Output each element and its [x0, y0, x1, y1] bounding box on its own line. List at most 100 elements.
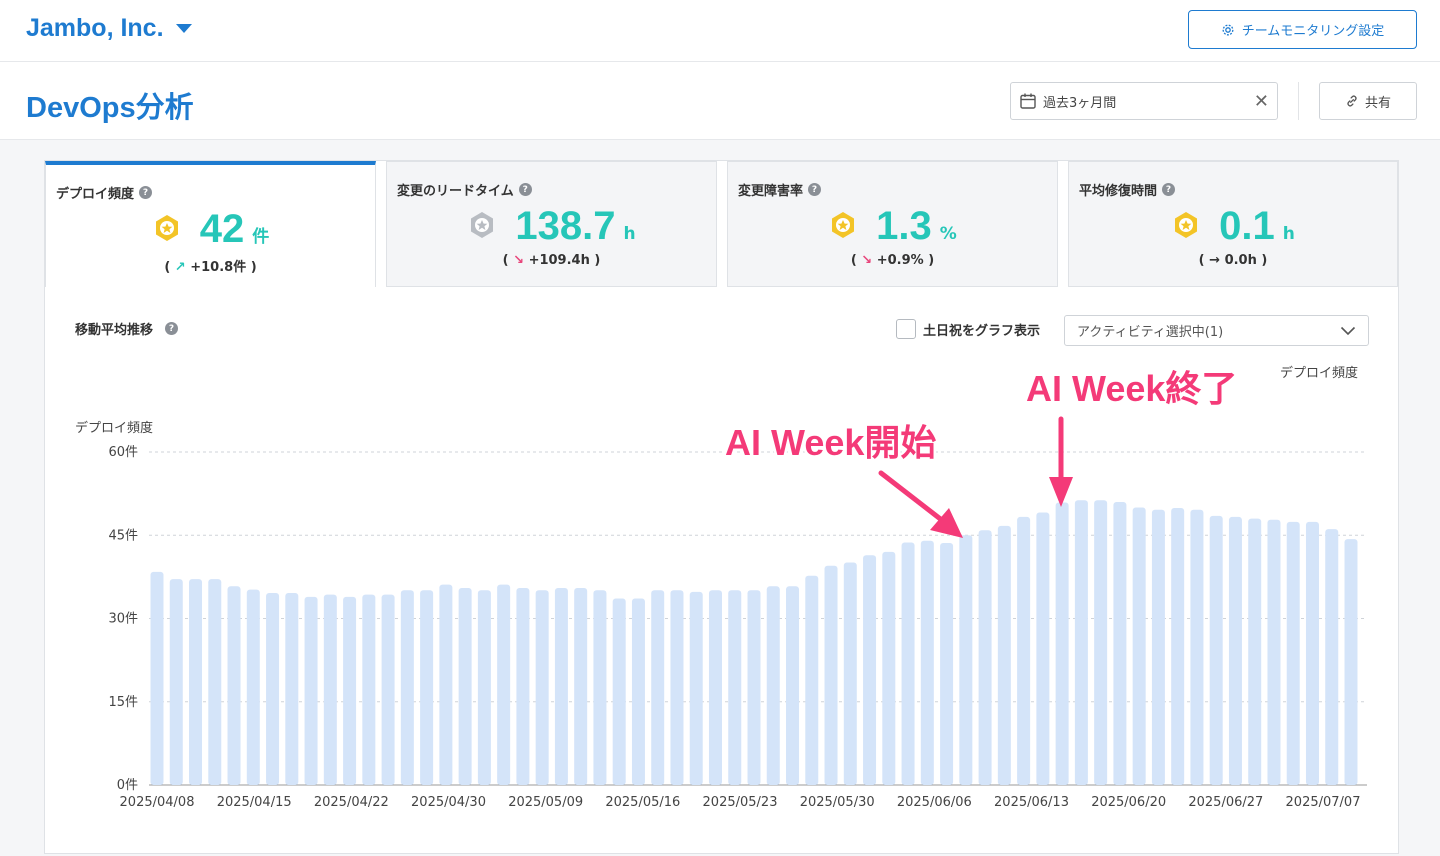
bar [612, 598, 626, 785]
y-tick-label: 45件 [108, 528, 138, 543]
bar [766, 586, 780, 785]
x-tick-label: 2025/06/20 [1091, 795, 1166, 810]
bar [1151, 509, 1165, 785]
x-tick-label: 2025/05/16 [605, 795, 680, 810]
top-bar: Jambo, Inc. チームモニタリング設定 [0, 0, 1440, 62]
x-tick-label: 2025/04/08 [120, 795, 195, 810]
y-tick-label: 15件 [108, 695, 138, 710]
annotation-arrow [878, 470, 946, 524]
share-label: 共有 [1364, 95, 1391, 111]
team-monitoring-settings-button[interactable]: チームモニタリング設定 [1188, 10, 1417, 49]
bar [304, 596, 318, 785]
y-tick-label: 0件 [117, 778, 138, 793]
bar [1267, 519, 1281, 785]
annotation-arrowhead [1049, 477, 1073, 507]
bar [323, 594, 337, 785]
team-monitoring-settings-label: チームモニタリング設定 [1241, 24, 1385, 39]
bar [1286, 521, 1300, 785]
date-range-input[interactable]: 過去3ヶ月間 ✕ [1010, 82, 1278, 120]
legend-label: デプロイ頻度 [1280, 365, 1358, 381]
share-button[interactable]: 共有 [1319, 82, 1417, 120]
bar [805, 575, 819, 785]
bar [343, 596, 357, 785]
bar [516, 587, 530, 785]
x-tick-label: 2025/06/27 [1188, 795, 1263, 810]
x-tick-label: 2025/05/09 [508, 795, 583, 810]
bar [959, 535, 973, 785]
bar-chart: デプロイ頻度 0件 15件 30件 45件 60件 2025/04/08 2025/04/15… [75, 365, 1367, 810]
x-tick-label: 2025/05/23 [703, 795, 778, 810]
bar [420, 590, 434, 785]
bar [824, 565, 838, 785]
bar [285, 592, 299, 785]
bar [1248, 518, 1262, 785]
calendar-icon [1020, 93, 1036, 109]
bar [189, 579, 203, 785]
bar [593, 590, 607, 785]
bar [843, 562, 857, 785]
page-title: DevOps分析 [26, 92, 194, 124]
link-icon [1347, 95, 1357, 107]
bar [1190, 509, 1204, 785]
bar [535, 590, 549, 785]
bar [708, 590, 722, 785]
bar [651, 590, 665, 785]
bar [728, 590, 742, 785]
bar [1228, 516, 1242, 785]
bar [882, 551, 896, 785]
clear-icon[interactable]: ✕ [1254, 91, 1269, 112]
bar [400, 590, 414, 785]
bar [1325, 529, 1339, 785]
bar [1094, 500, 1108, 785]
x-tick-label: 2025/04/15 [217, 795, 292, 810]
annotation-ai-week-end: AI Week終了 [1026, 368, 1237, 409]
bar [670, 590, 684, 785]
bar [477, 590, 491, 785]
bar [978, 530, 992, 785]
bar [574, 587, 588, 785]
divider [1298, 82, 1299, 120]
bar [1055, 502, 1069, 785]
x-tick-label: 2025/06/06 [897, 795, 972, 810]
bar [1017, 516, 1031, 785]
caret-down-icon [175, 24, 192, 33]
bar [227, 586, 241, 785]
bar [631, 598, 645, 785]
bar [863, 555, 877, 785]
bar [362, 594, 376, 785]
metrics-card: デプロイ頻度? 42 件( ↗ +10.8件 ) 変更のリードタイム? 138.7 h( … [44, 160, 1399, 854]
bar [940, 543, 954, 785]
x-tick-label: 2025/04/30 [411, 795, 486, 810]
bar [1132, 507, 1146, 785]
bar [169, 579, 183, 785]
bar [1209, 515, 1223, 785]
annotation-ai-week-start: AI Week開始 [725, 422, 936, 463]
bar [1344, 539, 1358, 785]
bar [150, 571, 164, 785]
bar [901, 542, 915, 785]
page-header: DevOps分析 過去3ヶ月間 ✕ 共有 [0, 62, 1440, 140]
bar [439, 584, 453, 785]
x-tick-label: 2025/06/13 [994, 795, 1069, 810]
bar [208, 579, 222, 785]
y-axis-label: デプロイ頻度 [75, 420, 153, 436]
bar [1113, 501, 1127, 785]
bar [786, 586, 800, 785]
y-tick-label: 30件 [108, 612, 138, 627]
bar [246, 589, 260, 785]
x-tick-label: 2025/05/30 [800, 795, 875, 810]
gear-icon [1222, 24, 1234, 35]
bar [1171, 508, 1185, 785]
x-tick-label: 2025/04/22 [314, 795, 389, 810]
bar [997, 525, 1011, 785]
bar [266, 592, 280, 785]
bar [747, 590, 761, 785]
org-switcher[interactable]: Jambo, Inc. [26, 14, 192, 43]
x-tick-label: 2025/07/07 [1286, 795, 1361, 810]
bar [381, 594, 395, 785]
date-range-value: 過去3ヶ月間 [1043, 95, 1117, 111]
bar [497, 584, 511, 785]
bar [1074, 500, 1088, 785]
bar [458, 587, 472, 785]
org-name: Jambo, Inc. [26, 14, 164, 42]
